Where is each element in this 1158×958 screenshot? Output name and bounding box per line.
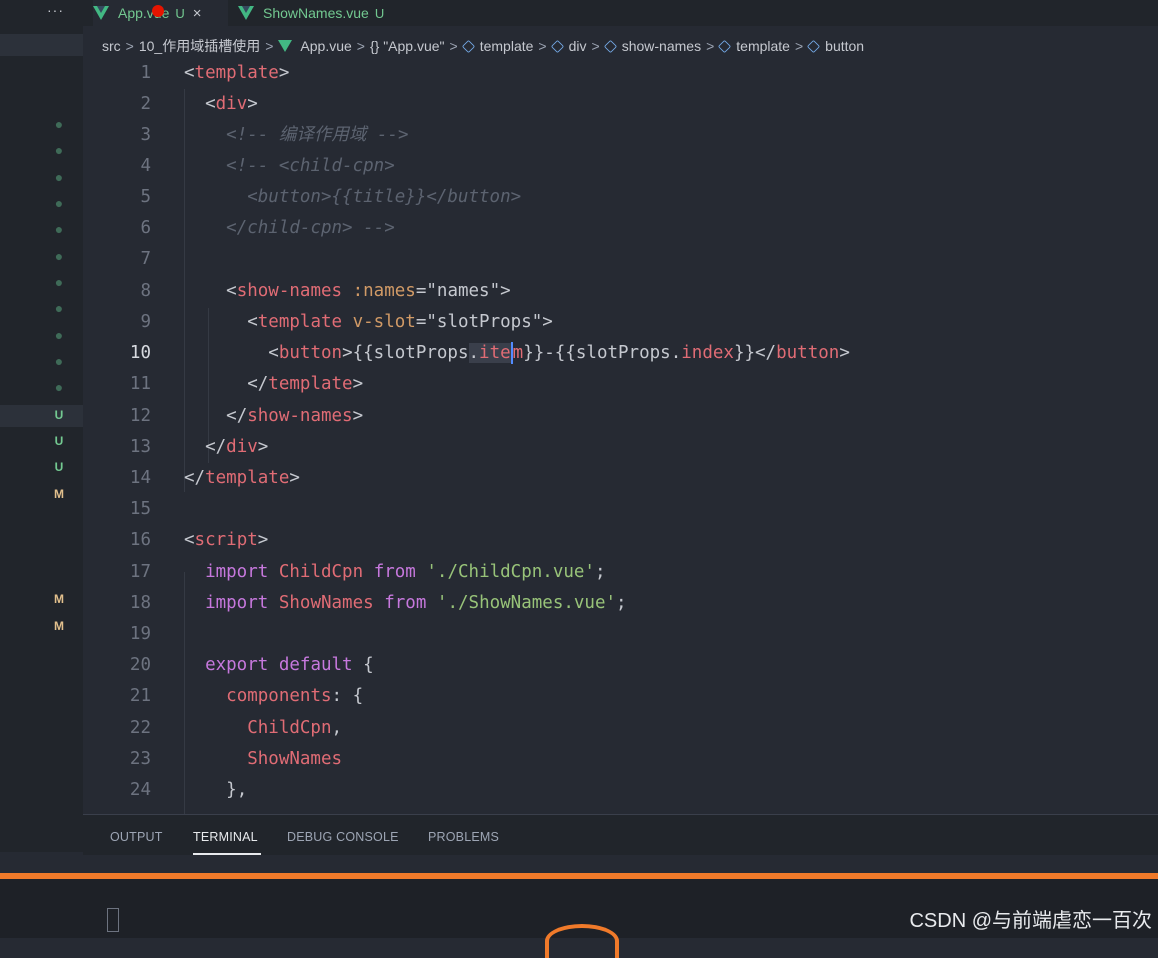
breadcrumb-item[interactable]: 10_作用域插槽使用	[139, 36, 260, 56]
selected-row-highlight	[0, 34, 83, 56]
symbol-icon	[718, 39, 732, 53]
symbol-icon	[461, 39, 475, 53]
vue-file-icon	[93, 6, 109, 20]
active-tab-underline	[193, 853, 261, 855]
tab-problems[interactable]: PROBLEMS	[428, 830, 499, 844]
code-line: 18 import ShowNames from './ShowNames.vu…	[129, 593, 627, 613]
code-line: 20 export default {	[129, 655, 374, 675]
breadcrumb-item[interactable]: src	[102, 38, 121, 54]
git-untracked-marker: U	[54, 434, 64, 448]
git-modified-marker: M	[54, 619, 64, 633]
symbol-icon	[807, 39, 821, 53]
git-marker: ●	[54, 353, 64, 369]
code-line: 19	[129, 624, 151, 644]
code-line: 8 <show-names :names="names">	[140, 281, 511, 301]
code-line: 17 import ChildCpn from './ChildCpn.vue'…	[129, 562, 606, 582]
tab-app-vue[interactable]: App.vue U ×	[93, 0, 228, 26]
code-line: 1 <template>	[140, 63, 290, 83]
code-line: 12 </show-names>	[129, 406, 364, 426]
git-marker: ●	[54, 300, 64, 316]
git-marker: ●	[54, 195, 64, 211]
code-line-active: 10 <button>{{slotProps.ite m}}-{{slotProp…	[129, 342, 850, 364]
breadcrumb-item[interactable]: button	[825, 38, 864, 54]
code-line: 14 </template>	[129, 468, 300, 488]
code-line: 4 <!-- <child-cpn>	[140, 156, 395, 176]
terminal-cursor	[107, 908, 119, 932]
git-marker: ●	[54, 169, 64, 185]
logo-icon	[545, 924, 619, 958]
git-marker: ●	[54, 379, 64, 395]
code-line: 21 components: {	[129, 686, 364, 706]
symbol-icon	[603, 39, 617, 53]
terminal-area[interactable]: CSDN @与前端虐恋一百次	[0, 879, 1158, 958]
cursor-indicator	[152, 5, 164, 17]
code-line: 16 <script>	[129, 530, 269, 550]
breadcrumb-item[interactable]: {} "App.vue"	[370, 38, 445, 54]
code-line: 7	[140, 249, 151, 269]
git-untracked-marker: U	[54, 460, 64, 474]
breadcrumb-item[interactable]: show-names	[622, 38, 701, 54]
selected-row-highlight	[0, 405, 83, 427]
explorer-gutter: ··· ● ● ● ● ● ● ● ● ● ● ● U U U M M M	[0, 0, 83, 852]
code-line: 6 </child-cpn> -->	[140, 218, 395, 238]
code-line: 23 ShowNames	[129, 749, 343, 769]
git-marker: ●	[54, 248, 64, 264]
git-untracked-marker: U	[54, 408, 64, 422]
more-actions-icon[interactable]: ···	[47, 2, 64, 18]
watermark: CSDN @与前端虐恋一百次	[909, 910, 1152, 932]
code-line: 2 <div>	[140, 94, 258, 114]
git-marker: ●	[54, 327, 64, 343]
breadcrumb-item[interactable]: template	[480, 38, 534, 54]
breadcrumb-item[interactable]: App.vue	[300, 38, 351, 54]
tab-label: ShowNames.vue	[263, 5, 369, 21]
tab-shownames-vue[interactable]: ShowNames.vue U	[238, 0, 413, 26]
code-line: 11 </template>	[129, 374, 364, 394]
git-marker: ●	[54, 116, 64, 132]
code-line: 15	[129, 499, 151, 519]
code-line: 9 <template v-slot="slotProps">	[140, 312, 553, 332]
bottom-panel: OUTPUT TERMINAL DEBUG CONSOLE PROBLEMS	[83, 814, 1158, 855]
git-modified-marker: M	[54, 487, 64, 501]
code-line: 24 },	[129, 780, 248, 800]
git-marker: ●	[54, 142, 64, 158]
breadcrumb-item[interactable]: template	[736, 38, 790, 54]
git-modified-marker: M	[54, 592, 64, 606]
tab-status: U	[374, 5, 385, 21]
code-line: 22 ChildCpn,	[129, 718, 343, 738]
git-marker: ●	[54, 221, 64, 237]
breadcrumb: src > 10_作用域插槽使用 > App.vue > {} "App.vue" > …	[102, 36, 865, 56]
editor-tab-bar: App.vue U × ShowNames.vue U	[83, 0, 1158, 26]
vue-file-icon	[238, 6, 254, 20]
code-editor[interactable]: 1 <template> 2 <div> 3 <!-- 编译作用域 --> 4 <…	[83, 58, 1158, 822]
symbol-icon	[550, 39, 564, 53]
code-line: 3 <!-- 编译作用域 -->	[140, 125, 409, 145]
tab-output[interactable]: OUTPUT	[110, 830, 163, 844]
tab-status: U	[175, 5, 185, 21]
code-line: 13 </div>	[129, 437, 269, 457]
breadcrumb-item[interactable]: div	[569, 38, 587, 54]
tab-terminal[interactable]: TERMINAL	[193, 830, 258, 844]
vue-file-icon	[278, 40, 293, 52]
tab-debug-console[interactable]: DEBUG CONSOLE	[287, 830, 399, 844]
close-icon[interactable]: ×	[193, 5, 202, 22]
git-marker: ●	[54, 274, 64, 290]
code-line: 5 <button>{{title}}</button>	[140, 187, 522, 207]
